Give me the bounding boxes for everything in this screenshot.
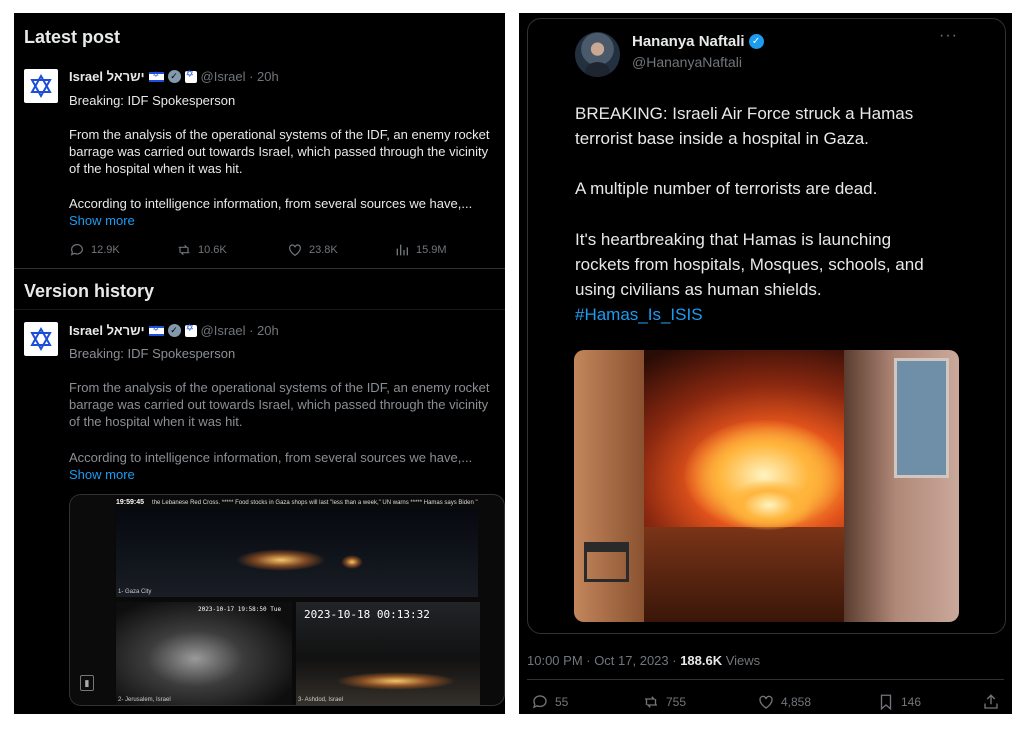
israel-avatar[interactable] xyxy=(24,69,58,103)
city-lights xyxy=(336,672,456,690)
affiliation-badge-icon xyxy=(184,69,197,83)
explosion-glow xyxy=(236,549,326,571)
tweet-card[interactable]: Hananya Naftali ✓ @HananyaNaftali ··· BR… xyxy=(527,18,1006,634)
news-ticker: 19:59:45 the Lebanese Red Cross. ***** Fo… xyxy=(116,499,496,506)
post-line-4: According to intelligence information, f… xyxy=(69,196,473,211)
fire xyxy=(724,480,814,530)
tweet-line: A multiple number of terrorists are dead… xyxy=(575,179,878,198)
reply-button[interactable]: 12.9K xyxy=(69,242,120,258)
post-header: Israel ישראל ✓ @Israel · 20h xyxy=(69,323,279,339)
reply-button[interactable]: 55 xyxy=(531,693,568,711)
post-headline: Breaking: IDF Spokesperson xyxy=(69,346,236,361)
views-count: 188.6K xyxy=(680,653,723,668)
author-name[interactable]: Israel ישראל xyxy=(69,69,145,84)
reply-icon xyxy=(70,244,83,256)
post-headline: Breaking: IDF Spokesperson xyxy=(69,93,236,108)
repost-button[interactable]: 755 xyxy=(642,693,686,711)
verified-badge-icon: ✓ xyxy=(167,324,181,337)
photo-chair xyxy=(584,542,629,582)
reply-count: 55 xyxy=(555,695,569,709)
bookmark-button[interactable]: 146 xyxy=(877,693,921,711)
author-handle[interactable]: @Israel · 20h xyxy=(201,323,279,338)
tweet-line: It's heartbreaking that Hamas is launchi… xyxy=(575,230,892,249)
section-divider xyxy=(14,309,505,310)
tweet-line: rockets from hospitals, Mosques, schools… xyxy=(575,255,924,274)
verified-badge-icon: ✓ xyxy=(748,34,764,49)
israel-avatar[interactable] xyxy=(24,322,58,356)
gaza-camera-feed: 1- Gaza City xyxy=(116,509,478,597)
ticker-time: 19:59:45 xyxy=(116,499,145,506)
heart-icon xyxy=(289,244,301,257)
timestamp-large: 2023-10-18 00:13:32 xyxy=(304,608,430,621)
post-header: Israel ישראל ✓ @Israel · 20h xyxy=(69,69,279,85)
ashdod-camera-feed: 2023-10-18 00:13:32 3- Ashdod, Israel xyxy=(296,602,480,705)
tweet-line: terrorist base inside a hospital in Gaza… xyxy=(575,129,869,148)
like-count: 4,858 xyxy=(781,695,812,709)
views-label: Views xyxy=(722,653,761,668)
affiliation-badge-icon xyxy=(184,323,197,337)
section-divider xyxy=(14,268,505,269)
repost-icon xyxy=(645,696,657,708)
timestamp-small: 2023-10-17 19:58:50 Tue xyxy=(198,606,282,613)
camera-label: 1- Gaza City xyxy=(118,589,152,595)
views-count: 15.9M xyxy=(416,244,447,256)
left-screenshot-panel: Latest post Israel ישראל ✓ @Israel · 20h… xyxy=(14,13,505,714)
show-more-link[interactable]: Show more xyxy=(69,467,135,482)
star-of-david-icon xyxy=(30,326,52,352)
latest-post-title: Latest post xyxy=(24,27,121,47)
tweet-meta: 10:00 PM · Oct 17, 2023 · 188.6K Views xyxy=(527,653,760,668)
tweet-photo[interactable] xyxy=(574,350,959,622)
bookmark-count: 146 xyxy=(901,695,922,709)
author-handle[interactable]: @HananyaNaftali xyxy=(632,54,742,70)
divider xyxy=(527,679,1004,680)
views-button[interactable]: 15.9M xyxy=(394,242,447,258)
camera-label: 3- Ashdod, Israel xyxy=(298,697,344,703)
jerusalem-camera-feed: 2023-10-17 19:58:50 Tue 2- Jerusalem, Is… xyxy=(116,602,292,705)
israel-flag-icon xyxy=(148,70,164,82)
repost-count: 10.6K xyxy=(198,244,227,256)
like-count: 23.8K xyxy=(309,244,338,256)
version-history-title: Version history xyxy=(24,281,155,301)
author-name[interactable]: Israel ישראל xyxy=(69,323,145,338)
like-button[interactable]: 4,858 xyxy=(757,693,811,711)
verified-badge-icon: ✓ xyxy=(167,70,181,83)
author-handle[interactable]: @Israel · 20h xyxy=(201,69,279,84)
ticker-text: the Lebanese Red Cross. ***** Food stock… xyxy=(152,500,478,506)
reply-count: 12.9K xyxy=(91,244,120,256)
star-of-david-icon xyxy=(30,73,52,99)
post-line-3: of the hospital when it was hit. xyxy=(69,161,243,176)
bookmark-icon xyxy=(880,694,892,711)
tweet-timestamp[interactable]: 10:00 PM · Oct 17, 2023 · xyxy=(527,653,680,668)
tweet-line: using civilians as human shields. xyxy=(575,280,822,299)
repost-count: 755 xyxy=(666,695,687,709)
post-line-4: According to intelligence information, f… xyxy=(69,450,473,465)
views-icon xyxy=(396,244,408,256)
tweet-line: BREAKING: Israeli Air Force struck a Ham… xyxy=(575,104,914,123)
israel-flag-icon xyxy=(148,324,164,336)
post-line-2: barrage was carried out towards Israel, … xyxy=(69,397,489,412)
reply-icon xyxy=(532,695,547,709)
photo-window xyxy=(894,358,949,478)
like-button[interactable]: 23.8K xyxy=(287,242,338,258)
hashtag-link[interactable]: #Hamas_Is_ISIS xyxy=(575,302,995,327)
post-line-1: From the analysis of the operational sys… xyxy=(69,380,490,395)
more-options-icon[interactable]: ··· xyxy=(939,27,958,45)
repost-button[interactable]: 10.6K xyxy=(176,242,227,258)
post-line-2: barrage was carried out towards Israel, … xyxy=(69,144,489,159)
author-name-row[interactable]: Hananya Naftali ✓ xyxy=(632,33,764,50)
post-line-3: of the hospital when it was hit. xyxy=(69,414,243,429)
video-thumbnail[interactable]: ▮ 19:59:45 the Lebanese Red Cross. ***** … xyxy=(69,494,505,706)
explosion-glow xyxy=(341,555,363,569)
right-screenshot-panel: Hananya Naftali ✓ @HananyaNaftali ··· BR… xyxy=(519,13,1012,714)
post-line-1: From the analysis of the operational sys… xyxy=(69,127,490,142)
video-badge-icon: ▮ xyxy=(80,675,94,691)
show-more-link[interactable]: Show more xyxy=(69,213,135,228)
repost-icon xyxy=(178,244,190,256)
avatar[interactable] xyxy=(575,32,620,77)
share-icon xyxy=(984,694,998,709)
heart-icon xyxy=(759,695,773,709)
camera-label: 2- Jerusalem, Israel xyxy=(118,697,171,703)
author-name[interactable]: Hananya Naftali xyxy=(632,33,745,50)
share-button[interactable] xyxy=(982,693,1000,711)
